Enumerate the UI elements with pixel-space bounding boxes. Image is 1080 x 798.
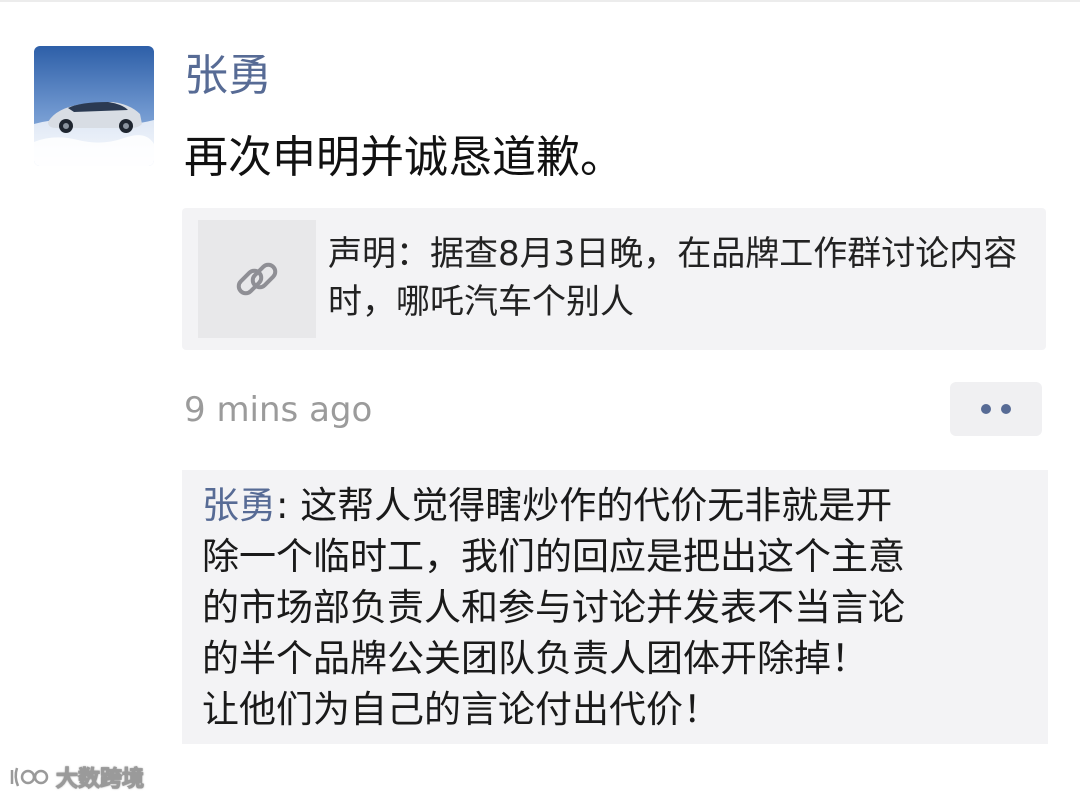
watermark-text: 大数跨境 [55, 767, 145, 793]
shared-link-card[interactable]: 声明：据查8月3日晚，在品牌工作群讨论内容时，哪吒汽车个别人 [182, 208, 1046, 350]
watermark: 大数跨境 [8, 760, 145, 794]
link-card-title: 声明：据查8月3日晚，在品牌工作群讨论内容时，哪吒汽车个别人 [328, 234, 1018, 322]
avatar-car-photo [34, 46, 154, 166]
link-thumbnail [198, 220, 316, 338]
post-text: 再次申明并诚恳道歉。 [184, 132, 624, 183]
more-actions-button[interactable] [950, 382, 1042, 436]
comment-text-line: 这帮人觉得瞎炒作的代价无非就是开 [300, 484, 893, 527]
comment-item[interactable]: 张勇: 这帮人觉得瞎炒作的代价无非就是开 除一个临时工，我们的回应是把出这个主意… [202, 480, 1042, 735]
comment-author[interactable]: 张勇 [202, 484, 276, 527]
comment-text-line: 的半个品牌公关团队负责人团体开除掉！ [202, 637, 868, 680]
comment-line: 张勇: 这帮人觉得瞎炒作的代价无非就是开 [202, 480, 1042, 531]
more-dots-icon [981, 404, 991, 414]
post-timestamp: 9 mins ago [184, 390, 373, 430]
comment-text-line: 让他们为自己的言论付出代价！ [202, 688, 720, 731]
avatar[interactable] [34, 46, 154, 166]
link-icon [236, 262, 278, 296]
top-divider [0, 0, 1080, 2]
comment-text-line: 的市场部负责人和参与讨论并发表不当言论 [202, 586, 905, 629]
comment-box: 张勇: 这帮人觉得瞎炒作的代价无非就是开 除一个临时工，我们的回应是把出这个主意… [182, 470, 1048, 744]
comment-text-line: 除一个临时工，我们的回应是把出这个主意 [202, 535, 905, 578]
watermark-logo-icon [10, 767, 49, 787]
comment-separator: : [276, 484, 301, 527]
author-name[interactable]: 张勇 [184, 48, 272, 104]
more-dots-icon [1001, 404, 1011, 414]
